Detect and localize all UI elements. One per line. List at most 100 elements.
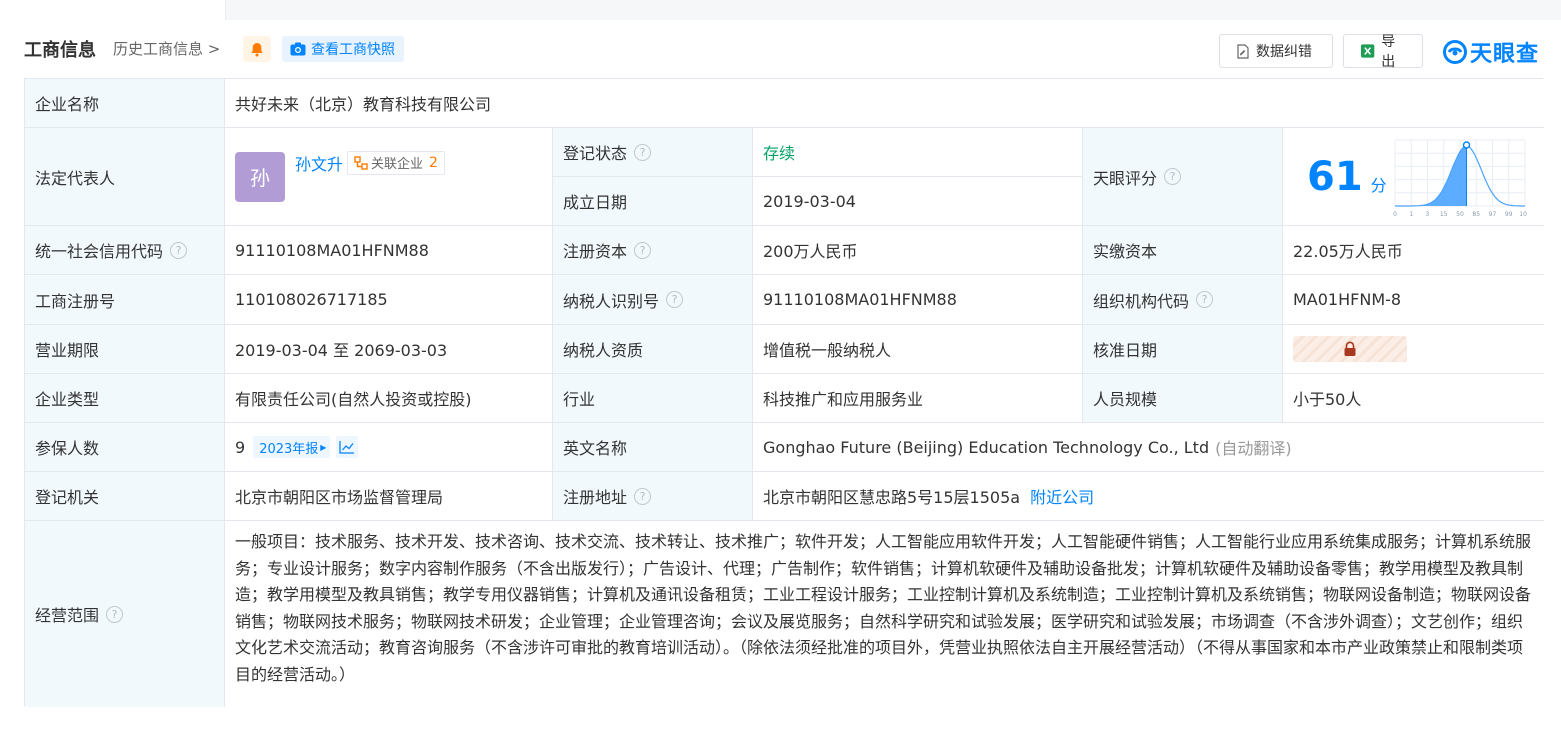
industry-value: 科技推广和应用服务业: [753, 374, 1083, 423]
label-paid-capital: 实缴资本: [1083, 226, 1283, 275]
reg-capital-text: 200万人民币: [763, 242, 858, 261]
taxpayer-id-text: 91110108MA01HFNM88: [763, 290, 957, 309]
help-icon[interactable]: ?: [1164, 168, 1182, 185]
chart-axis-tick-label: 1: [1409, 211, 1413, 218]
chart-axis-tick-label: 50: [1456, 211, 1464, 218]
label-text: 统一社会信用代码: [35, 242, 164, 261]
help-icon[interactable]: ?: [106, 605, 124, 623]
scope-text: 一般项目：技术服务、技术开发、技术咨询、技术交流、技术转让、技术推广；软件开发；…: [235, 532, 1532, 684]
chart-axis-tick-label: 3: [1426, 211, 1430, 218]
help-icon[interactable]: ?: [634, 487, 652, 505]
help-icon[interactable]: ?: [634, 143, 652, 161]
label-text: 经营范围: [35, 606, 100, 625]
label-text: 工商注册号: [35, 291, 116, 311]
label-text: 登记机关: [35, 488, 100, 507]
org-code-text: MA01HFNM-8: [1293, 290, 1402, 309]
data-correction-label: 数据纠错: [1256, 44, 1312, 60]
chart-axis-tick-label: 97: [1489, 211, 1497, 218]
tianyan-score-value[interactable]: 61 分 0 1 3 15 50 85 97 99 100: [1283, 128, 1544, 226]
term-text: 2019-03-04 至 2069-03-03: [235, 341, 448, 360]
section-header: 工商信息 历史工商信息 > 查看工商快照 数据纠错 导出 天眼查: [24, 34, 1544, 70]
insured-count: 9: [235, 437, 246, 457]
credit-code-text: 91110108MA01HFNM88: [235, 240, 429, 260]
snapshot-button[interactable]: 查看工商快照: [282, 36, 404, 62]
label-text: 注册地址: [563, 488, 628, 507]
legal-rep-value: 孙 孙文升 关联企业 2: [225, 128, 553, 226]
trend-chart-icon[interactable]: [336, 436, 359, 458]
reg-address-text: 北京市朝阳区慧忠路5号15层1505a: [763, 488, 1021, 507]
label-text: 参保人数: [35, 439, 100, 458]
label-text: 登记状态: [563, 144, 628, 163]
tax-qual-value: 增值税一般纳税人: [753, 325, 1083, 374]
score-unit: 分: [1370, 175, 1387, 195]
label-tax-qual: 纳税人资质: [553, 325, 753, 374]
label-scope: 经营范围?: [25, 521, 225, 707]
label-reg-address: 注册地址?: [553, 472, 753, 521]
lock-icon: [1344, 341, 1356, 356]
camera-icon: [290, 42, 306, 56]
label-approve-date: 核准日期: [1083, 325, 1283, 374]
legal-rep-name-link[interactable]: 孙文升: [295, 151, 343, 175]
related-count: 2: [429, 154, 438, 171]
taxpayer-id-value: 91110108MA01HFNM88: [753, 275, 1083, 325]
annual-report-badge[interactable]: 2023年报 ▶: [253, 436, 331, 458]
label-company-name: 企业名称: [25, 79, 225, 128]
locked-value[interactable]: [1293, 336, 1407, 362]
help-icon[interactable]: ?: [170, 241, 188, 259]
avatar[interactable]: 孙: [235, 151, 285, 202]
chart-axis-tick-label: 15: [1440, 211, 1448, 218]
label-org-code: 组织机构代码?: [1083, 275, 1283, 325]
nearby-companies-link[interactable]: 附近公司: [1030, 484, 1094, 508]
data-correction-button[interactable]: 数据纠错: [1219, 34, 1333, 68]
triangle-right-icon: ▶: [320, 442, 327, 452]
chart-marker-dot: [1462, 141, 1471, 149]
reg-authority-value: 北京市朝阳区市场监督管理局: [225, 472, 553, 521]
history-link-label: 历史工商信息: [113, 40, 204, 58]
help-icon[interactable]: ?: [634, 241, 652, 259]
label-text: 行业: [563, 390, 596, 409]
label-text: 注册资本: [563, 242, 628, 261]
reg-no-text: 110108026717185: [235, 290, 388, 309]
label-term: 营业期限: [25, 325, 225, 374]
history-link[interactable]: 历史工商信息 >: [113, 38, 220, 59]
relation-icon: [354, 155, 368, 170]
label-text: 英文名称: [563, 439, 628, 458]
found-date-value: 2019-03-04: [753, 177, 1083, 226]
label-insured: 参保人数: [25, 423, 225, 472]
related-label: 关联企业: [371, 157, 424, 172]
insured-value: 9 2023年报 ▶: [225, 423, 553, 472]
english-name-value: Gonghao Future (Beijing) Education Techn…: [753, 423, 1544, 472]
related-companies-badge[interactable]: 关联企业 2: [347, 150, 445, 175]
bell-icon[interactable]: [243, 36, 271, 62]
label-text: 核准日期: [1093, 341, 1158, 360]
tax-qual-text: 增值税一般纳税人: [763, 341, 892, 360]
reg-no-value: 110108026717185: [225, 275, 553, 325]
label-reg-authority: 登记机关: [25, 472, 225, 521]
chart-axis-tick-label: 99: [1505, 211, 1513, 218]
english-name-text: Gonghao Future (Beijing) Education Techn…: [763, 437, 1210, 457]
active-tab[interactable]: [0, 0, 226, 20]
label-reg-capital: 注册资本?: [553, 226, 753, 275]
term-value: 2019-03-04 至 2069-03-03: [225, 325, 553, 374]
label-industry: 行业: [553, 374, 753, 423]
credit-code-value: 91110108MA01HFNM88: [225, 226, 553, 275]
help-icon[interactable]: ?: [1196, 291, 1214, 308]
label-text: 营业期限: [35, 341, 100, 360]
export-button[interactable]: 导出: [1343, 34, 1423, 70]
approve-date-value: [1283, 325, 1544, 374]
label-company-type: 企业类型: [25, 374, 225, 423]
chart-filled-area: [1395, 146, 1467, 206]
label-found-date: 成立日期: [553, 177, 753, 226]
chart-axis-tick-label: 0: [1393, 211, 1397, 218]
section-title: 工商信息: [24, 40, 96, 61]
label-text: 天眼评分: [1093, 168, 1158, 188]
found-date-text: 2019-03-04: [763, 191, 856, 211]
auto-translate-note: (自动翻译): [1215, 439, 1292, 458]
label-text: 纳税人资质: [563, 341, 644, 360]
company-type-value: 有限责任公司(自然人投资或控股): [225, 374, 553, 423]
label-text: 成立日期: [563, 193, 628, 212]
annual-report-label: 2023年报: [259, 441, 319, 457]
company-name-value: 共好未来（北京）教育科技有限公司: [225, 79, 1544, 128]
company-name-text: 共好未来（北京）教育科技有限公司: [235, 95, 492, 114]
help-icon[interactable]: ?: [666, 291, 684, 308]
